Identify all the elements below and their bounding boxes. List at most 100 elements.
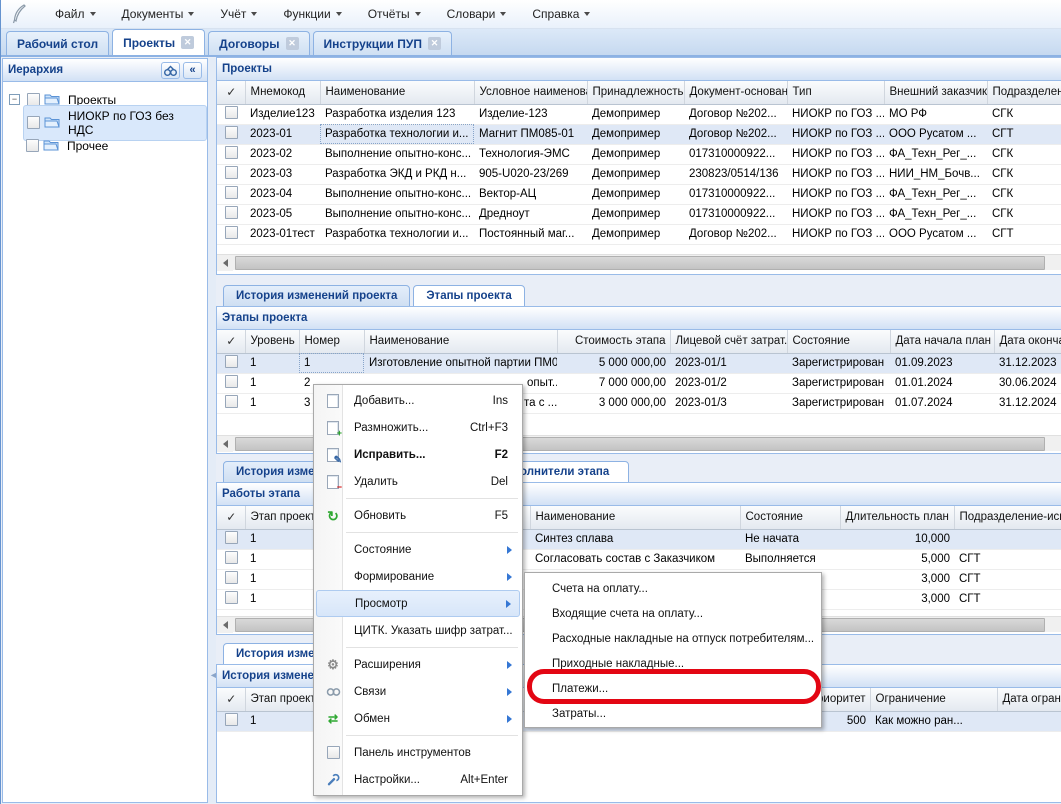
context-menu-item-0[interactable]: Добавить...Ins xyxy=(316,387,520,414)
row-checkbox[interactable] xyxy=(225,395,238,408)
main-tab-0[interactable]: Рабочий стол xyxy=(6,31,109,55)
context-menu-item-1[interactable]: +Размножить...Ctrl+F3 xyxy=(316,414,520,441)
column-header[interactable]: Внешний заказчик xyxy=(884,81,987,104)
row-checkbox[interactable] xyxy=(225,571,238,584)
stages-tab-bar: История изменений проектаЭтапы проекта xyxy=(216,282,1061,307)
context-menu-item-3[interactable]: −УдалитьDel xyxy=(316,468,520,495)
column-header[interactable]: Подразделени xyxy=(987,81,1061,104)
column-header[interactable]: ✓ xyxy=(217,506,245,529)
menubar-item-0[interactable]: Файл xyxy=(55,7,96,21)
context-menu-item-9[interactable]: ⚙Расширения xyxy=(316,651,520,678)
sidebar-splitter[interactable]: ◄ xyxy=(208,58,216,803)
context-menu-item-7[interactable]: Просмотр xyxy=(316,590,520,617)
context-menu-item-12[interactable]: Панель инструментов xyxy=(316,739,520,766)
menubar-item-1[interactable]: Документы xyxy=(122,7,195,21)
row-checkbox[interactable] xyxy=(225,355,238,368)
column-header[interactable]: Тип xyxy=(787,81,884,104)
close-tab-icon[interactable]: ✕ xyxy=(428,37,441,50)
scroll-left-icon[interactable] xyxy=(217,436,233,452)
row-checkbox[interactable] xyxy=(225,713,238,726)
table-cell: Вектор-АЦ xyxy=(474,184,587,204)
row-checkbox[interactable] xyxy=(225,166,238,179)
scroll-left-icon[interactable] xyxy=(217,255,233,271)
close-tab-icon[interactable]: ✕ xyxy=(181,36,194,49)
column-header[interactable]: Подразделение-исп xyxy=(954,506,1061,529)
context-menu-item-5[interactable]: Состояние xyxy=(316,536,520,563)
column-header[interactable]: Наименование xyxy=(364,330,557,353)
context-menu-item-8[interactable]: ЦИТК. Указать шифр затрат... xyxy=(316,617,520,644)
table-row[interactable]: Изделие123Разработка изделия 123Изделие-… xyxy=(217,104,1061,124)
table-cell: ООО Русатом ... xyxy=(884,124,987,144)
column-header[interactable]: Стоимость этапа xyxy=(557,330,670,353)
submenu-item-2[interactable]: Расходные накладные на отпуск потребител… xyxy=(525,626,821,651)
column-header[interactable]: Длительность план▼ xyxy=(840,506,954,529)
column-header[interactable]: Дата ограниче xyxy=(997,688,1061,711)
context-menu-item-10[interactable]: Связи xyxy=(316,678,520,705)
menubar-item-2[interactable]: Учёт xyxy=(220,7,257,21)
column-header[interactable]: Ограничение xyxy=(870,688,997,711)
column-header[interactable]: Наименование xyxy=(530,506,740,529)
column-header[interactable]: ✓ xyxy=(217,81,245,104)
column-header[interactable]: Документ-основан xyxy=(684,81,787,104)
stages-tab-0[interactable]: История изменений проекта xyxy=(223,285,410,307)
row-checkbox[interactable] xyxy=(225,551,238,564)
stages-tab-1[interactable]: Этапы проекта xyxy=(413,285,524,307)
tree-collapse-icon[interactable]: − xyxy=(9,94,20,105)
row-checkbox[interactable] xyxy=(225,146,238,159)
row-checkbox[interactable] xyxy=(225,591,238,604)
menubar-item-5[interactable]: Словари xyxy=(447,7,507,21)
table-row[interactable]: 2023-02Выполнение опытно-конс...Технолог… xyxy=(217,144,1061,164)
works-title: Работы этапа xyxy=(222,488,300,500)
tree-item-1[interactable]: НИОКР по ГОЗ без НДС xyxy=(3,111,207,134)
context-menu-item-4[interactable]: ↻ОбновитьF5 xyxy=(316,502,520,529)
submenu-item-1[interactable]: Входящие счета на оплату... xyxy=(525,601,821,626)
submenu-item-0[interactable]: Счета на оплату... xyxy=(525,576,821,601)
table-row[interactable]: 2023-01тестРазработка технологии и...Пос… xyxy=(217,224,1061,244)
menubar-item-4[interactable]: Отчёты xyxy=(368,7,421,21)
column-header[interactable]: Условное наименова xyxy=(474,81,587,104)
row-checkbox[interactable] xyxy=(225,531,238,544)
column-header[interactable]: Лицевой счёт затрат. xyxy=(670,330,787,353)
submenu-item-5[interactable]: Затраты... xyxy=(525,701,821,726)
row-checkbox[interactable] xyxy=(225,106,238,119)
table-row[interactable]: 2023-01Разработка технологии и...Магнит … xyxy=(217,124,1061,144)
column-header[interactable]: ✓ xyxy=(217,688,245,711)
column-header[interactable]: Уровень xyxy=(245,330,299,353)
main-tab-2[interactable]: Договоры✕ xyxy=(208,31,309,55)
scroll-left-icon[interactable] xyxy=(217,617,233,633)
binoculars-icon[interactable] xyxy=(161,62,180,79)
main-tab-1[interactable]: Проекты✕ xyxy=(112,29,205,55)
column-header[interactable]: Дата начала план xyxy=(890,330,994,353)
table-row[interactable]: 11Изготовление опытной партии ПМ0...5 00… xyxy=(217,353,1061,373)
column-header[interactable]: Наименование xyxy=(320,81,474,104)
tree-checkbox[interactable] xyxy=(27,116,40,129)
column-header[interactable]: Номер xyxy=(299,330,364,353)
table-row[interactable]: 2023-03Разработка ЭКД и РКД н...905-U020… xyxy=(217,164,1061,184)
context-menu-item-6[interactable]: Формирование xyxy=(316,563,520,590)
projects-hscrollbar[interactable] xyxy=(217,254,1061,270)
row-checkbox[interactable] xyxy=(225,375,238,388)
column-header[interactable]: Состояние xyxy=(740,506,840,529)
column-header[interactable]: Состояние xyxy=(787,330,890,353)
table-row[interactable]: 2023-04Выполнение опытно-конс...Вектор-А… xyxy=(217,184,1061,204)
menubar-item-6[interactable]: Справка xyxy=(532,7,590,21)
column-header[interactable]: Принадлежность xyxy=(587,81,684,104)
column-header[interactable]: Мнемокод xyxy=(245,81,320,104)
tree-checkbox[interactable] xyxy=(26,139,39,152)
context-menu-item-11[interactable]: ⇄Обмен xyxy=(316,705,520,732)
collapse-panel-icon[interactable]: « xyxy=(183,62,202,79)
main-tab-3[interactable]: Инструкции ПУП✕ xyxy=(313,31,452,55)
context-menu-item-2[interactable]: ✎Исправить...F2 xyxy=(316,441,520,468)
close-tab-icon[interactable]: ✕ xyxy=(286,37,299,50)
row-checkbox[interactable] xyxy=(225,226,238,239)
context-menu-item-13[interactable]: Настройки...Alt+Enter xyxy=(316,766,520,793)
column-header[interactable]: Дата окончан xyxy=(994,330,1061,353)
table-cell: Технология-ЭМС xyxy=(474,144,587,164)
projects-panel-header: Проекты xyxy=(217,58,1061,81)
row-checkbox[interactable] xyxy=(225,126,238,139)
menubar-item-3[interactable]: Функции xyxy=(283,7,341,21)
table-row[interactable]: 2023-05Выполнение опытно-конс...Дредноут… xyxy=(217,204,1061,224)
column-header[interactable]: ✓ xyxy=(217,330,245,353)
row-checkbox[interactable] xyxy=(225,206,238,219)
row-checkbox[interactable] xyxy=(225,186,238,199)
